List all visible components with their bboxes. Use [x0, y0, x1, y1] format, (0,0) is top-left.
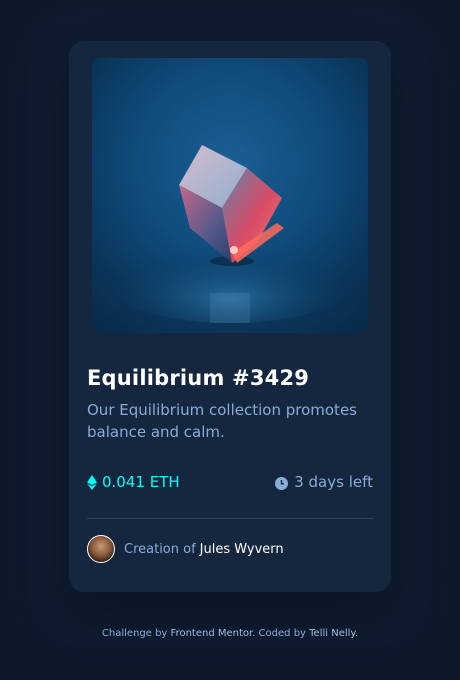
ethereum-icon	[87, 474, 97, 490]
crystal-cube-illustration	[92, 145, 368, 323]
creator-name-link[interactable]: Jules Wyvern	[200, 542, 284, 557]
avatar	[87, 535, 115, 563]
price-info: 0.041 ETH	[87, 473, 180, 491]
frontend-mentor-link[interactable]: Frontend Mentor	[171, 628, 253, 639]
card-title[interactable]: Equilibrium #3429	[87, 366, 309, 390]
card-divider	[87, 518, 373, 519]
footer-text-2: . Coded by	[252, 628, 306, 639]
footer-text-3: .	[354, 628, 359, 639]
time-left-value: 3 days left	[294, 473, 373, 491]
author-link[interactable]: Telli Nelly	[309, 628, 355, 639]
card-description: Our Equilibrium collection promotes bala…	[87, 401, 357, 441]
creator-row: Creation of Jules Wyvern	[87, 535, 284, 563]
nft-card: Equilibrium #3429 Our Equilibrium collec…	[69, 41, 391, 592]
price-value: 0.041 ETH	[102, 473, 180, 491]
time-info: 3 days left	[275, 473, 373, 491]
clock-icon	[275, 476, 289, 490]
nft-image[interactable]	[92, 58, 368, 333]
attribution-footer: Challenge by Frontend Mentor. Coded by T…	[0, 628, 460, 639]
creator-prefix: Creation of	[124, 541, 196, 557]
footer-text-1: Challenge by	[101, 628, 168, 639]
